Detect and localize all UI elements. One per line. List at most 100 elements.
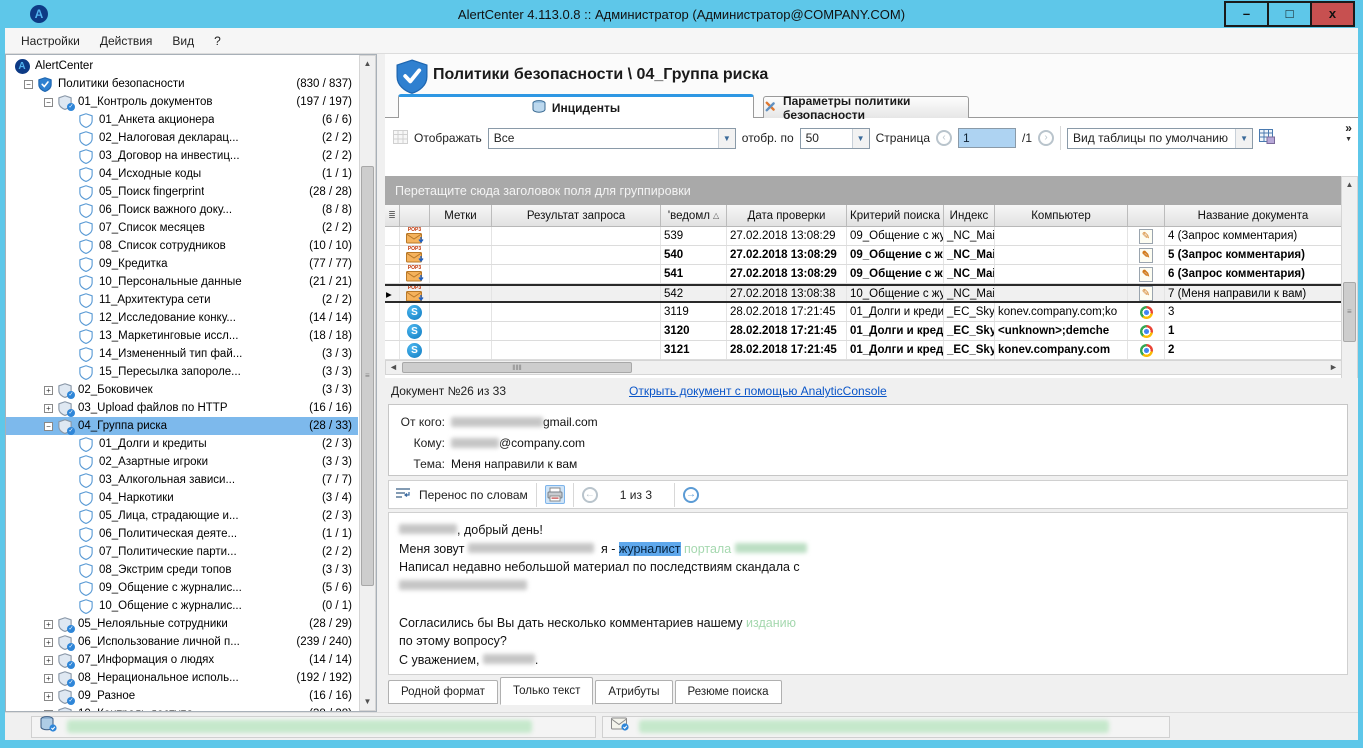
tree-item-06-поиск-важного-доку-[interactable]: 06_Поиск важного доку...(8 / 8)	[6, 201, 358, 219]
grid-hscrollbar-thumb[interactable]: ⦀⦀⦀	[402, 362, 632, 373]
scroll-up-icon[interactable]: ▲	[360, 56, 375, 72]
tree-scrollbar-thumb[interactable]: ≡	[361, 166, 374, 586]
tree-item-03-договор-на-инвестиц-[interactable]: 03_Договор на инвестиц...(2 / 2)	[6, 147, 358, 165]
column-header-9[interactable]	[1128, 205, 1165, 226]
expand-icon[interactable]: +	[44, 638, 53, 647]
grid-scrollbar-thumb[interactable]: ≡	[1343, 282, 1356, 342]
tree-item-10-общение-с-журналис-[interactable]: 10_Общение с журналис...(0 / 1)	[6, 597, 358, 615]
tree-item-14-измененный-тип-фай-[interactable]: 14_Измененный тип фай...(3 / 3)	[6, 345, 358, 363]
chrome-icon[interactable]	[1140, 325, 1153, 338]
minimize-button[interactable]: –	[1224, 1, 1269, 27]
tree-item-02-боковичек[interactable]: +✓02_Боковичек(3 / 3)	[6, 381, 358, 399]
edit-note-icon[interactable]: ✎	[1139, 229, 1153, 244]
tree-item-08-список-сотрудников[interactable]: 08_Список сотрудников(10 / 10)	[6, 237, 358, 255]
toolbar-overflow-button[interactable]: »▼	[1345, 124, 1352, 144]
column-header-10[interactable]: Название документа	[1165, 205, 1342, 226]
menu-item-1[interactable]: Действия	[90, 30, 163, 52]
tree-item-08-экстрим-среди-топов[interactable]: 08_Экстрим среди топов(3 / 3)	[6, 561, 358, 579]
grid-horizontal-scrollbar[interactable]: ◄ ⦀⦀⦀ ►	[385, 360, 1342, 375]
scroll-right-icon[interactable]: ►	[1326, 361, 1341, 374]
menu-item-0[interactable]: Настройки	[11, 30, 90, 52]
tree-item-07-информация-о-людях[interactable]: +✓07_Информация о людях(14 / 14)	[6, 651, 358, 669]
expand-icon[interactable]: +	[44, 620, 53, 629]
tab-policy-parameters[interactable]: Параметры политики безопасности	[763, 96, 969, 118]
edit-note-icon[interactable]: ✎	[1139, 286, 1153, 301]
close-button[interactable]: x	[1310, 1, 1355, 27]
tree-item-политики-безопасности[interactable]: −Политики безопасности(830 / 837)	[6, 75, 358, 93]
word-wrap-icon[interactable]	[395, 487, 411, 503]
tree-item-05-поиск-fingerprint[interactable]: 05_Поиск fingerprint(28 / 28)	[6, 183, 358, 201]
tree-item-07-политические-парти-[interactable]: 07_Политические парти...(2 / 2)	[6, 543, 358, 561]
title-bar[interactable]: A AlertCenter 4.113.0.8 :: Администратор…	[0, 0, 1363, 28]
chrome-icon[interactable]	[1140, 344, 1153, 357]
tree-item-02-налоговая-декларац-[interactable]: 02_Налоговая декларац...(2 / 2)	[6, 129, 358, 147]
tree-scrollbar[interactable]: ▲ ≡ ▼	[359, 55, 376, 711]
column-header-6[interactable]: Критерий поиска	[847, 205, 944, 226]
column-header-7[interactable]: Индекс	[944, 205, 995, 226]
tree-item-07-список-месяцев[interactable]: 07_Список месяцев(2 / 2)	[6, 219, 358, 237]
grid-row-3120[interactable]: S312028.02.2018 17:21:4501_Долги и кред_…	[385, 322, 1342, 341]
tree-item-06-использование-личной-п-[interactable]: +✓06_Использование личной п...(239 / 240…	[6, 633, 358, 651]
expand-icon[interactable]: +	[44, 656, 53, 665]
tree-item-12-исследование-конку-[interactable]: 12_Исследование конку...(14 / 14)	[6, 309, 358, 327]
chrome-icon[interactable]	[1140, 306, 1153, 319]
open-in-analyticconsole-link[interactable]: Открыть документ с помощью AnalyticConso…	[629, 384, 887, 398]
expand-icon[interactable]: +	[44, 692, 53, 701]
tree-item-09-разное[interactable]: +✓09_Разное(16 / 16)	[6, 687, 358, 705]
menu-item-2[interactable]: Вид	[162, 30, 204, 52]
tree-item-02-азартные-игроки[interactable]: 02_Азартные игроки(3 / 3)	[6, 453, 358, 471]
tree-item-03-алкогольная-зависи-[interactable]: 03_Алкогольная зависи...(7 / 7)	[6, 471, 358, 489]
column-header-8[interactable]: Компьютер	[995, 205, 1128, 226]
tree-item-13-маркетинговые-иссл-[interactable]: 13_Маркетинговые иссл...(18 / 18)	[6, 327, 358, 345]
scroll-up-icon[interactable]: ▲	[1342, 177, 1357, 193]
collapse-icon[interactable]: −	[44, 98, 53, 107]
tree-item-11-архитектура-сети[interactable]: 11_Архитектура сети(2 / 2)	[6, 291, 358, 309]
tree-item-09-кредитка[interactable]: 09_Кредитка(77 / 77)	[6, 255, 358, 273]
maximize-button[interactable]: □	[1267, 1, 1312, 27]
column-header-3[interactable]: Результат запроса	[492, 205, 661, 226]
prev-page-icon[interactable]: ‹	[936, 130, 952, 146]
tree-item-10-контроль-доступа[interactable]: +✓10_Контроль доступа(38 / 38)	[6, 705, 358, 712]
tree-item-03-upload-файлов-по-http[interactable]: +✓03_Upload файлов по HTTP(16 / 16)	[6, 399, 358, 417]
edit-note-icon[interactable]: ✎	[1139, 248, 1153, 263]
tree-item-08-нерациональное-исполь-[interactable]: +✓08_Нерациональное исполь...(192 / 192)	[6, 669, 358, 687]
print-view-icon[interactable]	[545, 485, 565, 504]
collapse-icon[interactable]: −	[44, 422, 53, 431]
save-table-view-icon[interactable]	[1259, 129, 1275, 147]
edit-note-icon[interactable]: ✎	[1139, 267, 1153, 282]
tab-incidents[interactable]: Инциденты	[398, 94, 754, 118]
grid-row-3121[interactable]: S312128.02.2018 17:21:4501_Долги и кред_…	[385, 341, 1342, 360]
doc-tab-только-текст[interactable]: Только текст	[500, 677, 593, 705]
tree-item-04-наркотики[interactable]: 04_Наркотики(3 / 4)	[6, 489, 358, 507]
grid-row-3119[interactable]: S311928.02.2018 17:21:4501_Долги и креди…	[385, 303, 1342, 322]
tree-item-01-долги-и-кредиты[interactable]: 01_Долги и кредиты(2 / 3)	[6, 435, 358, 453]
tree-item-15-пересылка-запороле-[interactable]: 15_Пересылка запороле...(3 / 3)	[6, 363, 358, 381]
tree-item-alertcenter[interactable]: AAlertCenter	[6, 57, 358, 75]
grid-row-539[interactable]: POP353927.02.2018 13:08:2909_Общение с ж…	[385, 227, 1342, 246]
doc-tab-резюме-поиска[interactable]: Резюме поиска	[675, 680, 782, 704]
tree-item-10-персональные-данные[interactable]: 10_Персональные данные(21 / 21)	[6, 273, 358, 291]
grid-row-542[interactable]: ▸POP354227.02.2018 13:08:3810_Общение с …	[385, 284, 1342, 303]
group-by-bar[interactable]: Перетащите сюда заголовок поля для групп…	[385, 176, 1342, 205]
next-document-icon[interactable]: →	[683, 487, 699, 503]
column-header-4[interactable]: 'ведомл△	[661, 205, 727, 226]
prev-document-icon[interactable]: ←	[582, 487, 598, 503]
table-view-select[interactable]: Вид таблицы по умолчанию ▼	[1067, 128, 1253, 149]
page-number-input[interactable]: 1	[958, 128, 1016, 148]
grid-row-541[interactable]: POP354127.02.2018 13:08:2909_Общение с ж…	[385, 265, 1342, 284]
collapse-icon[interactable]: −	[24, 80, 33, 89]
tree-item-04-исходные-коды[interactable]: 04_Исходные коды(1 / 1)	[6, 165, 358, 183]
tree-item-05-нелояльные-сотрудники[interactable]: +✓05_Нелояльные сотрудники(28 / 29)	[6, 615, 358, 633]
tree-item-06-политическая-деяте-[interactable]: 06_Политическая деяте...(1 / 1)	[6, 525, 358, 543]
column-header-2[interactable]: Метки	[430, 205, 492, 226]
grid-row-540[interactable]: POP354027.02.2018 13:08:2909_Общение с ж…	[385, 246, 1342, 265]
show-filter-select[interactable]: Все ▼	[488, 128, 736, 149]
scroll-left-icon[interactable]: ◄	[386, 361, 401, 374]
tree-item-01-контроль-документов[interactable]: −✓01_Контроль документов(197 / 197)	[6, 93, 358, 111]
expand-icon[interactable]: +	[44, 674, 53, 683]
tree-item-05-лица-страдающие-и-[interactable]: 05_Лица, страдающие и...(2 / 3)	[6, 507, 358, 525]
tree-item-04-группа-риска[interactable]: −✓04_Группа риска(28 / 33)	[6, 417, 358, 435]
column-header-5[interactable]: Дата проверки	[727, 205, 847, 226]
doc-tab-родной-формат[interactable]: Родной формат	[388, 680, 498, 704]
scroll-down-icon[interactable]: ▼	[360, 694, 375, 710]
